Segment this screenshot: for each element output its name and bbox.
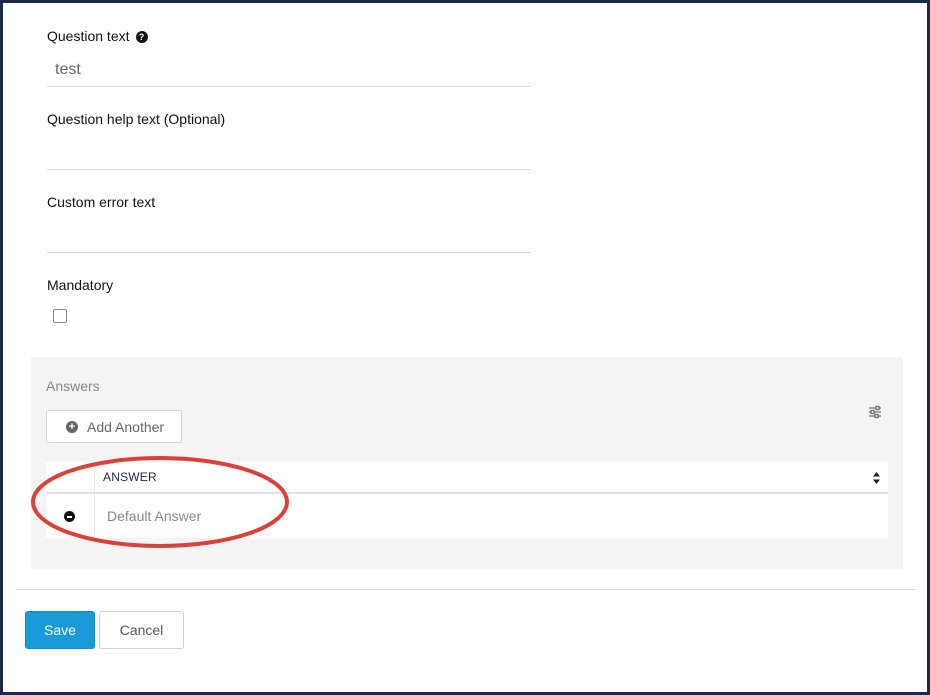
minus-circle-icon[interactable] [64, 511, 75, 522]
add-another-label: Add Another [87, 418, 165, 435]
dialog-frame: Question text? Question help text (Optio… [0, 0, 930, 695]
table-header-spacer [46, 462, 94, 492]
plus-circle-icon: + [66, 420, 78, 433]
question-help-input[interactable] [47, 136, 531, 170]
question-text-label-text: Question text [47, 28, 130, 44]
answer-column-header[interactable]: ANSWER [94, 462, 888, 492]
table-row: Default Answer [46, 494, 888, 538]
mandatory-checkbox[interactable] [53, 309, 67, 323]
add-another-button[interactable]: + Add Another [46, 410, 182, 443]
question-help-label: Question help text (Optional) [47, 111, 226, 127]
question-text-input[interactable] [47, 53, 531, 87]
sliders-icon[interactable] [867, 405, 883, 419]
answers-panel: Answers + Add Another ANSWER Default Ans… [31, 357, 903, 569]
answers-title: Answers [46, 378, 100, 394]
question-text-label: Question text? [47, 28, 148, 44]
answer-column-header-label: ANSWER [103, 470, 157, 484]
answers-table: ANSWER Default Answer [46, 462, 888, 538]
custom-error-label: Custom error text [47, 194, 156, 210]
mandatory-label: Mandatory [47, 277, 114, 293]
custom-error-input[interactable] [47, 219, 531, 253]
cancel-button[interactable]: Cancel [99, 611, 184, 649]
answer-cell[interactable]: Default Answer [94, 494, 888, 538]
save-button[interactable]: Save [25, 611, 95, 649]
question-help-icon[interactable]: ? [135, 31, 148, 43]
footer-divider [17, 589, 917, 590]
table-header-row: ANSWER [46, 462, 888, 494]
sort-icon[interactable] [873, 472, 880, 484]
